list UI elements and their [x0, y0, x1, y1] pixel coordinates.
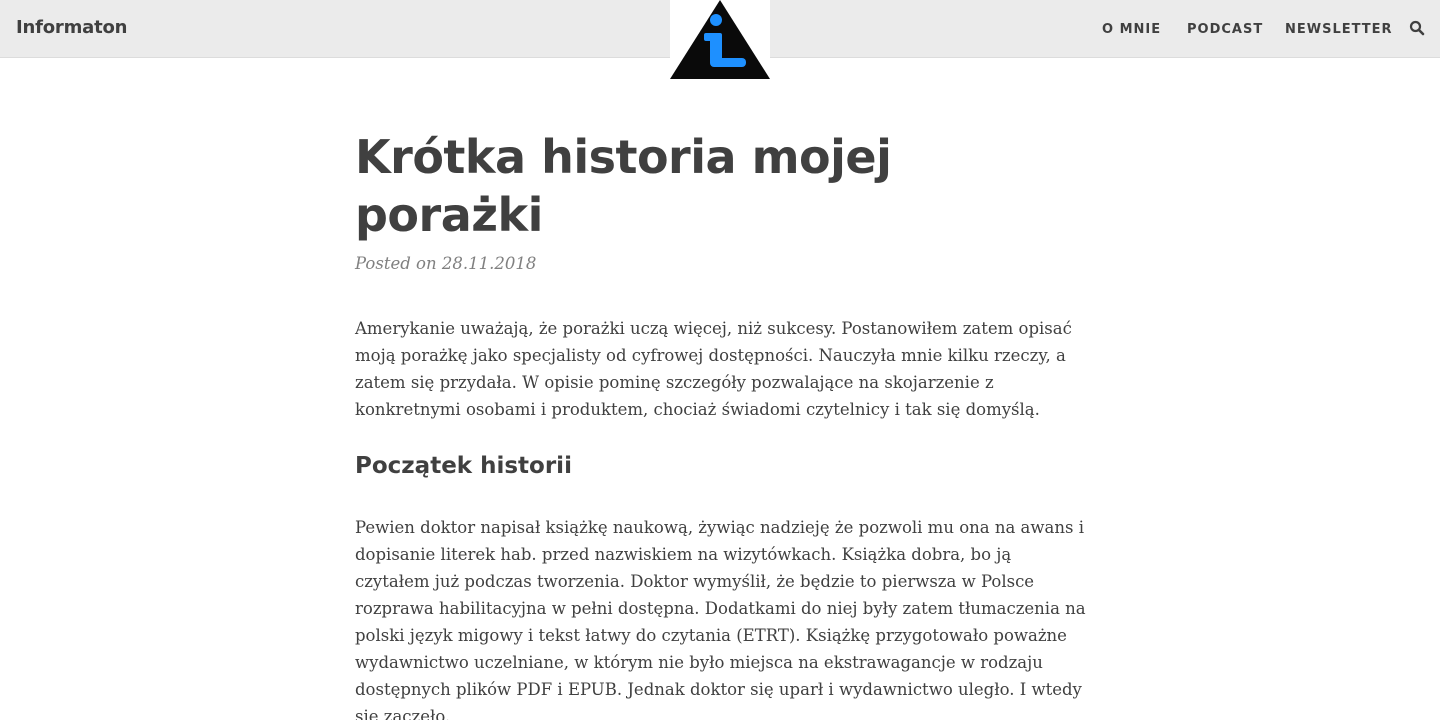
main-nav: O MNIE PODCAST NEWSLETTER — [1080, 0, 1440, 58]
article-intro-paragraph: Amerykanie uważają, że porażki uczą więc… — [355, 319, 1072, 419]
section-heading: Początek historii — [355, 453, 572, 479]
article: Krótka historia mojej porażki Posted on … — [355, 128, 1090, 720]
post-date: Posted on 28.11.2018 — [355, 254, 537, 273]
site-brand-link[interactable]: Informaton — [16, 17, 127, 38]
site-logo[interactable] — [670, 0, 770, 80]
site-header: Informaton O MNIE PODCAST NEWSLETTER — [0, 0, 1440, 80]
info-triangle-logo-icon — [670, 0, 770, 79]
section-paragraph: Pewien doktor napisał książkę naukową, ż… — [355, 518, 1086, 720]
nav-link-o-mnie[interactable]: O MNIE — [1102, 22, 1161, 37]
search-icon[interactable] — [1409, 20, 1427, 38]
nav-link-newsletter[interactable]: NEWSLETTER — [1285, 22, 1393, 37]
article-title: Krótka historia mojej porażki — [355, 130, 892, 242]
nav-link-podcast[interactable]: PODCAST — [1187, 22, 1263, 37]
